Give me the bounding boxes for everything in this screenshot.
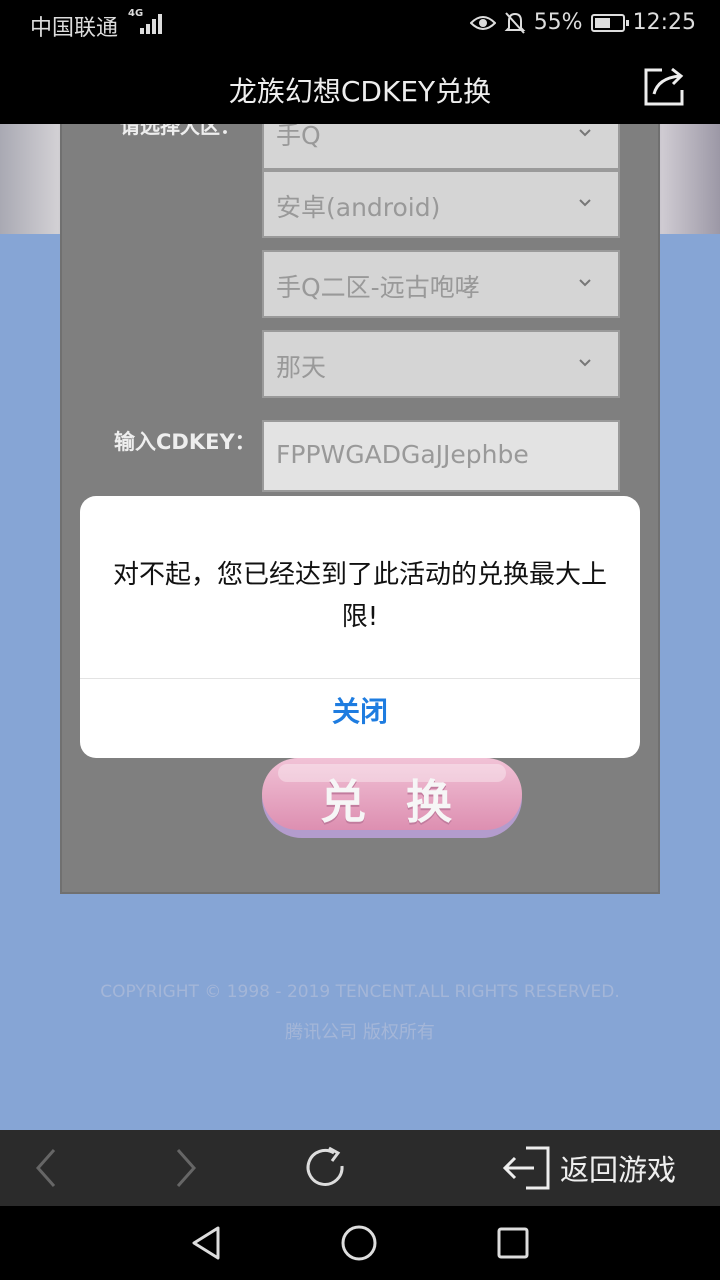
system-nav-bar [0, 1206, 720, 1280]
select-value: 手Q [276, 124, 321, 150]
clock: 12:25 [632, 10, 696, 35]
status-indicators: 55% 12:25 [469, 10, 696, 35]
nav-home-icon[interactable] [340, 1224, 378, 1262]
status-bar: 中国联通 4G 55% 12:25 [0, 0, 720, 50]
back-to-game-button[interactable]: 返回游戏 [502, 1144, 676, 1192]
page-title: 龙族幻想CDKEY兑换 [228, 75, 492, 108]
cdkey-label: 输入CDKEY： [114, 430, 256, 454]
nav-back-icon[interactable] [188, 1224, 224, 1262]
browser-toolbar: 返回游戏 [0, 1130, 720, 1206]
share-icon[interactable] [642, 64, 688, 108]
select-value: 安卓(android) [276, 193, 441, 222]
select-value: 那天 [276, 353, 327, 382]
nav-recents-icon[interactable] [495, 1224, 531, 1262]
region-select-label: 请选择大区： [120, 124, 240, 138]
exit-icon [502, 1146, 550, 1190]
chevron-down-icon [579, 279, 591, 287]
chevron-down-icon [579, 129, 591, 137]
exchange-button[interactable]: 兑 换 [262, 758, 522, 838]
bell-muted-icon [504, 11, 526, 34]
exchange-button-label: 兑 换 [319, 775, 464, 829]
select-value: 手Q二区-远古咆哮 [276, 273, 480, 302]
eye-comfort-icon [469, 15, 496, 30]
refresh-icon[interactable] [302, 1144, 350, 1192]
close-button[interactable]: 关闭 [80, 678, 640, 758]
battery-percent: 55% [533, 10, 583, 35]
alert-dialog: 对不起，您已经达到了此活动的兑换最大上限! 关闭 [80, 496, 640, 758]
chevron-down-icon [579, 199, 591, 207]
battery-icon [590, 13, 629, 32]
os-select[interactable]: 安卓(android) [262, 170, 620, 238]
cdkey-value: FPPWGADGaJJephbe [276, 440, 529, 469]
copyright-text: COPYRIGHT © 1998 - 2019 TENCENT.ALL RIGH… [100, 982, 620, 1002]
back-to-game-label: 返回游戏 [560, 1153, 677, 1187]
rights-text: 腾讯公司 版权所有 [285, 1022, 435, 1043]
signal-icon [140, 14, 164, 34]
platform-select[interactable]: 手Q [262, 124, 620, 170]
back-arrow-icon[interactable] [30, 1144, 62, 1192]
cdkey-input[interactable]: FPPWGADGaJJephbe [262, 420, 620, 492]
role-select[interactable]: 那天 [262, 330, 620, 398]
alert-message: 对不起，您已经达到了此活动的兑换最大上限! [112, 560, 607, 632]
server-select[interactable]: 手Q二区-远古咆哮 [262, 250, 620, 318]
carrier-name: 中国联通 [30, 16, 119, 41]
chevron-down-icon [579, 359, 591, 367]
forward-arrow-icon[interactable] [170, 1144, 202, 1192]
title-bar: 龙族幻想CDKEY兑换 [0, 50, 720, 124]
